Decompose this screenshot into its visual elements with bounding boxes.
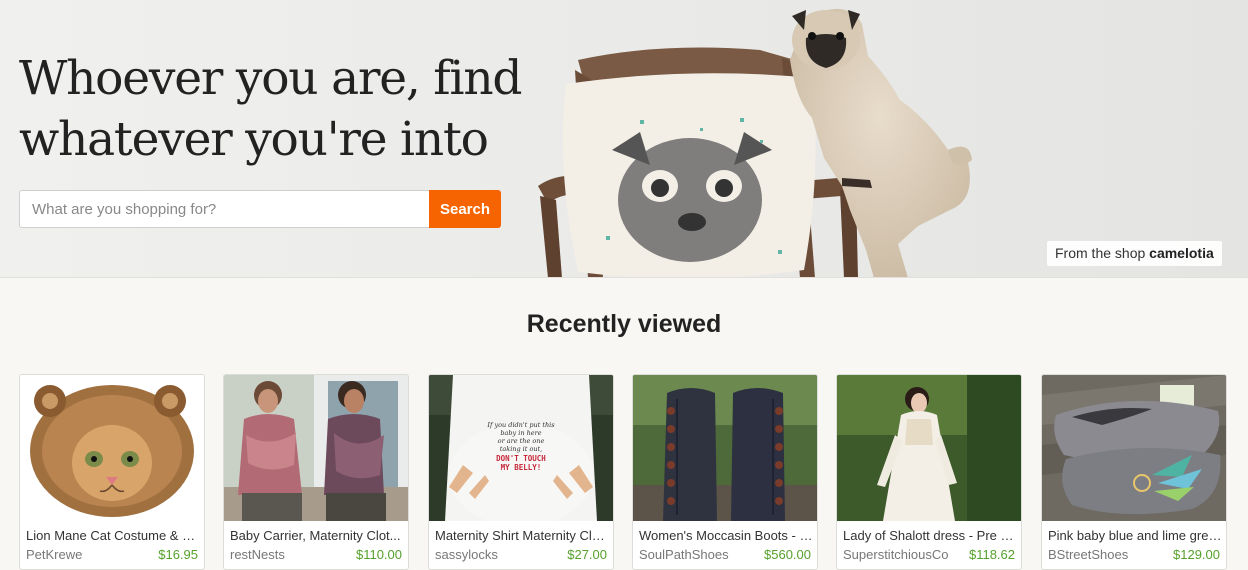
listing-title[interactable]: Maternity Shirt Maternity Clo...: [435, 528, 609, 544]
listing-price: $129.00: [1173, 547, 1220, 562]
shop-credit-link[interactable]: camelotia: [1149, 245, 1214, 261]
hero-banner: Whoever you are, find whatever you're in…: [0, 0, 1248, 278]
listing-shop[interactable]: sassylocks: [435, 547, 498, 563]
shalott-dress-photo[interactable]: [837, 375, 1021, 521]
listing-title[interactable]: Lion Mane Cat Costume & S...: [26, 528, 200, 544]
svg-text:or are the one: or are the one: [498, 437, 545, 445]
listing-shop[interactable]: SoulPathShoes: [639, 547, 729, 563]
recently-viewed-list: Lion Mane Cat Costume & S... PetKrewe $1…: [19, 374, 1227, 570]
listing-price: $27.00: [567, 547, 607, 562]
search-button[interactable]: Search: [429, 190, 501, 228]
listing-card[interactable]: Baby Carrier, Maternity Clot... restNest…: [223, 374, 409, 570]
lion-mane-cat-photo[interactable]: [20, 375, 204, 521]
listing-title[interactable]: Pink baby blue and lime gree...: [1048, 528, 1222, 544]
svg-text:taking it out,: taking it out,: [500, 445, 542, 453]
listing-price: $118.62: [968, 547, 1015, 562]
listing-card[interactable]: Lion Mane Cat Costume & S... PetKrewe $1…: [19, 374, 205, 570]
listing-price: $560.00: [764, 547, 811, 562]
search-input[interactable]: [19, 190, 429, 228]
svg-text:MY BELLY!: MY BELLY!: [501, 463, 542, 472]
listing-price: $16.95: [158, 547, 198, 562]
listing-title[interactable]: Lady of Shalott dress - Pre R...: [843, 528, 1017, 544]
listing-shop[interactable]: PetKrewe: [26, 547, 82, 563]
listing-shop[interactable]: BStreetShoes: [1048, 547, 1128, 563]
listing-card[interactable]: Pink baby blue and lime gree... BStreetS…: [1041, 374, 1227, 570]
svg-text:DON'T TOUCH: DON'T TOUCH: [496, 454, 546, 463]
listing-title[interactable]: Baby Carrier, Maternity Clot...: [230, 528, 404, 544]
listing-title[interactable]: Women's Moccasin Boots - K...: [639, 528, 813, 544]
listing-card[interactable]: Women's Moccasin Boots - K... SoulPathSh…: [632, 374, 818, 570]
listing-card[interactable]: Lady of Shalott dress - Pre R... Superst…: [836, 374, 1022, 570]
painted-shoes-photo[interactable]: [1042, 375, 1226, 521]
shop-credit-prefix: From the shop: [1055, 245, 1150, 261]
listing-price: $110.00: [355, 547, 402, 562]
recently-viewed-heading: Recently viewed: [526, 310, 722, 338]
listing-card[interactable]: If you didn't put this baby in here or a…: [428, 374, 614, 570]
listing-shop[interactable]: restNests: [230, 547, 285, 563]
svg-text:baby in here: baby in here: [500, 429, 541, 437]
search-bar: Search: [19, 190, 501, 228]
baby-carrier-photo[interactable]: [224, 375, 408, 521]
maternity-shirt-photo[interactable]: If you didn't put this baby in here or a…: [429, 375, 613, 521]
shop-credit: From the shop camelotia: [1047, 241, 1222, 266]
hero-title: Whoever you are, find whatever you're in…: [19, 51, 522, 167]
moccasin-boots-photo[interactable]: [633, 375, 817, 521]
listing-shop[interactable]: SuperstitchiousCo: [843, 547, 949, 563]
svg-text:If you didn't put this: If you didn't put this: [486, 421, 555, 429]
